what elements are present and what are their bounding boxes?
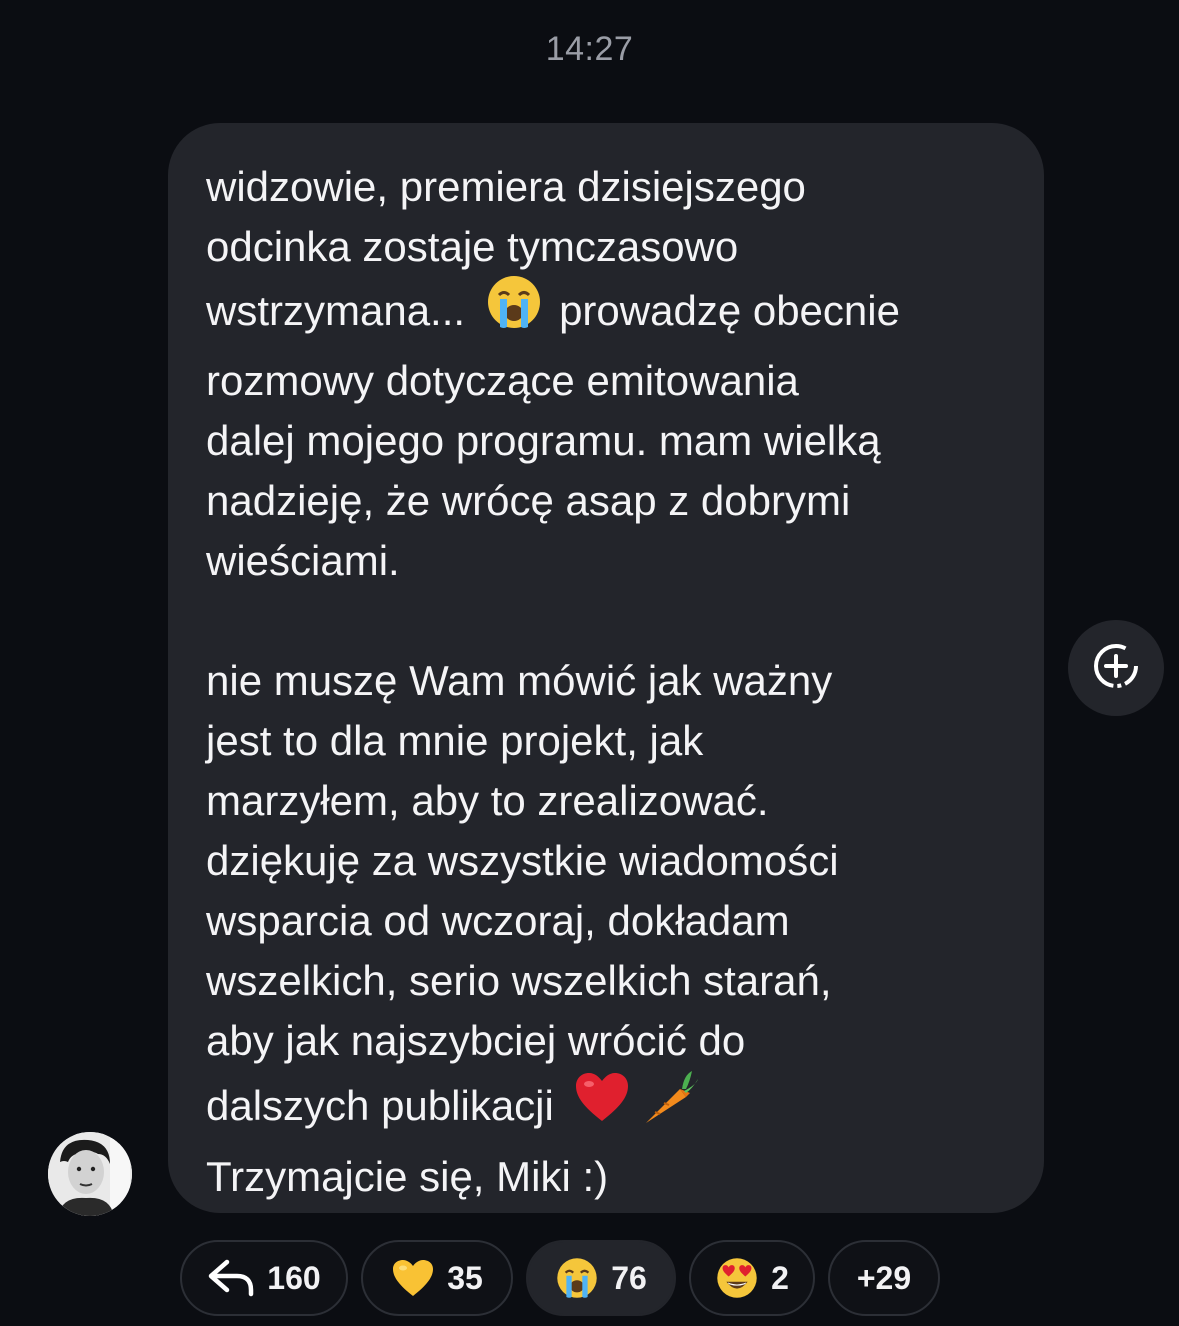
message-line: nie muszę Wam mówić jak ważny xyxy=(206,657,833,704)
message-line: wstrzymana... prowadzę obecnie xyxy=(206,276,1006,351)
message-line: nadzieję, że wrócę asap z dobrymi xyxy=(206,477,851,524)
reply-arrow-icon xyxy=(207,1258,255,1298)
add-circle-dashed-icon xyxy=(1091,641,1141,696)
more-reactions-pill[interactable]: +29 xyxy=(828,1240,940,1316)
message-line: dalszych publikacji xyxy=(206,1071,1006,1147)
message-line: wieściami. xyxy=(206,537,400,584)
message-line: odcinka zostaje tymczasowo xyxy=(206,223,739,270)
crying-face-reaction-pill[interactable]: 76 xyxy=(526,1240,676,1316)
reaction-count: +29 xyxy=(856,1259,912,1296)
add-reaction-button[interactable] xyxy=(1068,620,1164,716)
message-line-text: dalszych publikacji xyxy=(206,1082,554,1130)
message-line: Trzymajcie się, Miki :) xyxy=(206,1153,609,1200)
reaction-count: 2 xyxy=(771,1259,789,1296)
heart-eyes-face-icon xyxy=(715,1256,759,1300)
message-timestamp: 14:27 xyxy=(545,30,634,68)
loudly-crying-face-icon xyxy=(555,1256,599,1300)
yellow-heart-reaction-pill[interactable]: 35 xyxy=(361,1240,513,1316)
message-line: wszelkich, serio wszelkich starań, xyxy=(206,957,832,1004)
red-heart-icon xyxy=(574,1071,630,1139)
reaction-count: 76 xyxy=(611,1259,647,1296)
message-line: jest to dla mnie projekt, jak xyxy=(206,717,704,764)
yellow-heart-icon xyxy=(391,1258,435,1298)
heart-eyes-reaction-pill[interactable]: 2 xyxy=(689,1240,815,1316)
message-line: dziękuję za wszystkie wiadomości xyxy=(206,837,839,884)
message-line: widzowie, premiera dzisiejszego xyxy=(206,163,806,210)
message-line: dalej mojego programu. mam wielką xyxy=(206,417,881,464)
message-line: wsparcia od wczoraj, dokładam xyxy=(206,897,790,944)
message-line-text: wstrzymana... xyxy=(206,287,466,335)
message-bubble[interactable]: widzowie, premiera dzisiejszego odcinka … xyxy=(168,123,1044,1213)
loudly-crying-face-icon xyxy=(485,273,543,347)
reply-reaction-pill[interactable]: 160 xyxy=(180,1240,348,1316)
carrot-icon xyxy=(640,1067,700,1143)
message-paragraph-2: nie muszę Wam mówić jak ważny jest to dl… xyxy=(206,651,1006,1207)
message-line-text: prowadzę obecnie xyxy=(559,287,900,335)
reaction-count: 160 xyxy=(267,1259,321,1296)
message-paragraph-1: widzowie, premiera dzisiejszego odcinka … xyxy=(206,157,1006,591)
message-line: aby jak najszybciej wrócić do xyxy=(206,1017,746,1064)
reaction-count: 35 xyxy=(447,1259,483,1296)
message-line: marzyłem, aby to zrealizować. xyxy=(206,777,769,824)
message-line: rozmowy dotyczące emitowania xyxy=(206,357,799,404)
sender-avatar[interactable] xyxy=(48,1132,132,1216)
